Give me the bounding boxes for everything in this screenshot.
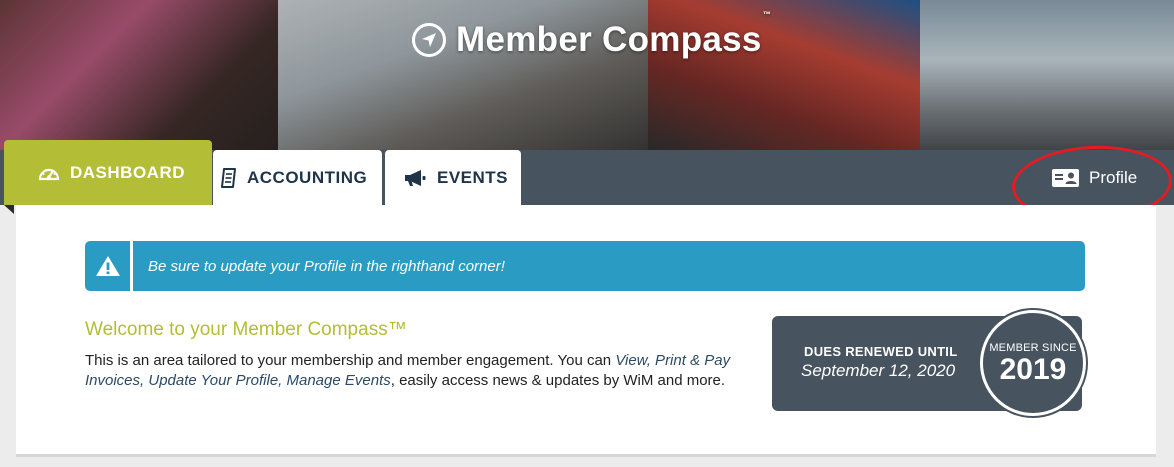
- dues-date: September 12, 2020: [801, 361, 956, 380]
- trademark-symbol: ™: [762, 10, 771, 19]
- tab-accounting-label: ACCOUNTING: [247, 167, 368, 187]
- member-since-year: 2019: [999, 352, 1067, 386]
- megaphone-icon: [403, 169, 427, 187]
- brand-title: Member Compass™: [456, 10, 771, 59]
- tab-accounting[interactable]: ACCOUNTING: [213, 150, 382, 205]
- member-since-label: MEMBER SINCE: [989, 341, 1077, 354]
- profile-alert: Be sure to update your Profile in the ri…: [85, 241, 1085, 291]
- welcome-body: This is an area tailored to your members…: [85, 351, 745, 391]
- dashboard-gauge-icon: [38, 164, 60, 182]
- alert-text: Be sure to update your Profile in the ri…: [148, 257, 505, 275]
- welcome-title: Welcome to your Member Compass™: [85, 319, 407, 340]
- member-since-badge: MEMBER SINCE 2019: [980, 310, 1086, 416]
- tab-dashboard[interactable]: DASHBOARD: [4, 140, 212, 205]
- compass-icon: [412, 23, 446, 57]
- tab-events-label: EVENTS: [437, 167, 509, 187]
- tab-dashboard-label: DASHBOARD: [70, 162, 185, 182]
- brand-logo[interactable]: Member Compass™: [412, 10, 771, 62]
- hero-banner: Member Compass™: [0, 0, 1174, 150]
- warning-icon: [85, 241, 133, 291]
- tab-fold-shadow: [4, 205, 14, 214]
- receipt-icon: [221, 167, 237, 188]
- welcome-text-suffix: , easily access news & updates by WiM an…: [390, 372, 726, 389]
- tab-events[interactable]: EVENTS: [385, 150, 521, 205]
- dues-label: DUES RENEWED UNTIL: [804, 344, 958, 359]
- content-bottom-border: [16, 454, 1156, 457]
- dashboard-content: Be sure to update your Profile in the ri…: [16, 205, 1156, 454]
- welcome-text-prefix: This is an area tailored to your members…: [85, 352, 616, 369]
- main-nav: DASHBOARD ACCOUNTING EVENTS Profile: [0, 140, 1174, 205]
- dues-card: DUES RENEWED UNTIL September 12, 2020 ME…: [772, 310, 1086, 416]
